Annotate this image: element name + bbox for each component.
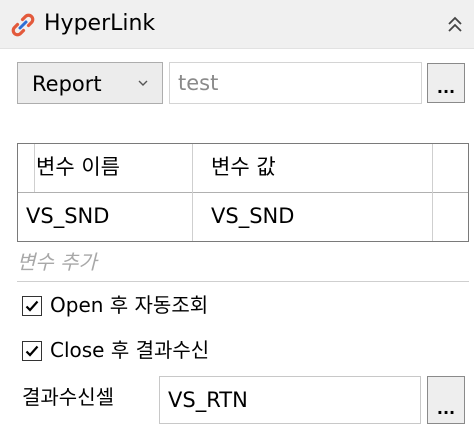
variables-grid[interactable]: 변수 이름 변수 값 VS_SND VS_SND — [17, 143, 469, 242]
panel-title: HyperLink — [44, 11, 156, 36]
browse-link-button[interactable]: ... — [427, 63, 465, 103]
browse-link-label: ... — [436, 78, 456, 97]
open-auto-query-checkbox[interactable] — [22, 296, 42, 316]
link-target-input[interactable]: test — [169, 62, 422, 104]
divider — [17, 281, 469, 282]
open-auto-query-label: Open 후 자동조회 — [50, 293, 209, 317]
link-type-select[interactable]: Report — [17, 62, 163, 104]
result-cell-input[interactable]: VS_RTN — [159, 376, 421, 424]
panel-header[interactable]: HyperLink — [0, 0, 474, 49]
browse-result-cell-button[interactable]: ... — [427, 376, 465, 424]
row-var-name[interactable]: VS_SND — [26, 202, 109, 230]
result-cell-label: 결과수신셀 — [22, 385, 114, 409]
grid-divider — [34, 144, 35, 192]
browse-result-label: ... — [436, 399, 456, 418]
chevron-down-icon — [138, 80, 148, 86]
checkmark-icon — [25, 345, 39, 357]
row-var-value[interactable]: VS_SND — [211, 202, 294, 230]
close-receive-result-label: Close 후 결과수신 — [50, 338, 210, 362]
hyperlink-icon — [11, 13, 35, 37]
grid-divider — [432, 144, 433, 241]
column-header-var-value[interactable]: 변수 값 — [211, 153, 276, 181]
link-target-value: test — [178, 71, 219, 95]
column-header-var-name[interactable]: 변수 이름 — [36, 153, 120, 181]
result-cell-value: VS_RTN — [168, 388, 248, 412]
checkmark-icon — [25, 300, 39, 312]
add-variable-input[interactable]: 변수 추가 — [17, 248, 97, 276]
grid-divider — [192, 144, 193, 241]
close-receive-result-checkbox[interactable] — [22, 341, 42, 361]
link-type-value: Report — [32, 72, 102, 96]
double-chevron-up-icon[interactable] — [444, 14, 466, 36]
